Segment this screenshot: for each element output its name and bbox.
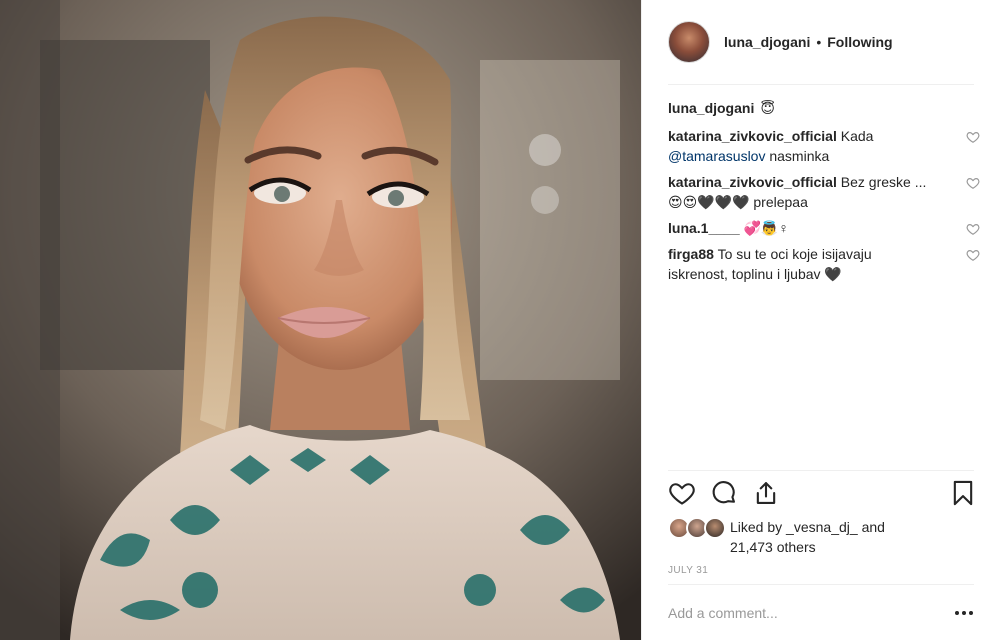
- bookmark-icon[interactable]: [949, 479, 977, 507]
- author-username[interactable]: luna_djogani: [724, 34, 810, 50]
- likes-user[interactable]: _vesna_dj_: [786, 519, 858, 535]
- following-button[interactable]: Following: [827, 34, 892, 50]
- likes-others[interactable]: 21,473 others: [730, 537, 885, 557]
- post-photo[interactable]: [0, 0, 641, 640]
- header-text: luna_djogani • Following: [724, 34, 893, 50]
- header-separator: •: [816, 34, 822, 50]
- caption-author[interactable]: luna_djogani: [668, 98, 754, 118]
- comment-author[interactable]: katarina_zivkovic_official: [668, 174, 837, 190]
- post-caption: luna_djogani 😇: [668, 96, 978, 120]
- comment-author[interactable]: luna.1____: [668, 220, 740, 236]
- comment-like-heart-icon[interactable]: [966, 222, 980, 236]
- likes-prefix: Liked by: [730, 519, 783, 535]
- post-date[interactable]: JULY 31: [668, 565, 708, 576]
- comment-bubble-icon[interactable]: [710, 479, 738, 507]
- comment-item: katarina_zivkovic_official Bez greske ..…: [668, 172, 980, 212]
- comment-text: Bez greske ...: [840, 174, 927, 190]
- comment-like-heart-icon[interactable]: [966, 176, 980, 190]
- liker-avatar: [704, 517, 726, 539]
- comment-box-divider: [668, 584, 974, 585]
- heart-icon[interactable]: [668, 479, 696, 507]
- portrait-image: [0, 0, 641, 640]
- post-sidebar: luna_djogani • Following luna_djogani 😇 …: [641, 0, 1000, 640]
- comment-like-heart-icon[interactable]: [966, 248, 980, 262]
- comment-author[interactable]: firga88: [668, 246, 714, 262]
- likes-text: Liked by _vesna_dj_ and 21,473 others: [730, 517, 885, 557]
- likes-summary: Liked by _vesna_dj_ and 21,473 others: [668, 517, 885, 557]
- add-comment-input[interactable]: [668, 598, 923, 628]
- comment-mention[interactable]: @tamarasuslov: [668, 148, 765, 164]
- comment-text-continued: iskrenost, toplinu i ljubav 🖤: [668, 266, 842, 282]
- post-header: luna_djogani • Following: [642, 0, 1000, 84]
- likes-and: and: [861, 519, 885, 535]
- comment-text-continued: 😍😍🖤🖤🖤 prelepaa: [668, 194, 808, 210]
- comment-author[interactable]: katarina_zivkovic_official: [668, 128, 837, 144]
- action-bar: [668, 479, 977, 511]
- comment-like-heart-icon[interactable]: [966, 130, 980, 144]
- comment-text: Kada: [840, 128, 874, 144]
- comment-text: 💞👼♀: [743, 220, 789, 236]
- comment-text-continued: nasminka: [769, 148, 830, 164]
- comment-text: To su te oci koje isijavaju: [717, 246, 872, 262]
- header-divider: [668, 84, 974, 85]
- actions-divider: [668, 470, 974, 471]
- liker-avatars[interactable]: [668, 517, 726, 541]
- more-dots-icon[interactable]: [952, 603, 976, 623]
- comment-list: luna_djogani 😇 katarina_zivkovic_officia…: [668, 96, 980, 284]
- comment-item: luna.1____ 💞👼♀: [668, 218, 980, 238]
- comment-item: katarina_zivkovic_official Kada @tamaras…: [668, 126, 980, 166]
- comment-item: firga88 To su te oci koje isijavaju iskr…: [668, 244, 980, 284]
- caption-text: 😇: [760, 100, 775, 116]
- share-icon[interactable]: [752, 479, 780, 507]
- author-avatar[interactable]: [668, 21, 710, 63]
